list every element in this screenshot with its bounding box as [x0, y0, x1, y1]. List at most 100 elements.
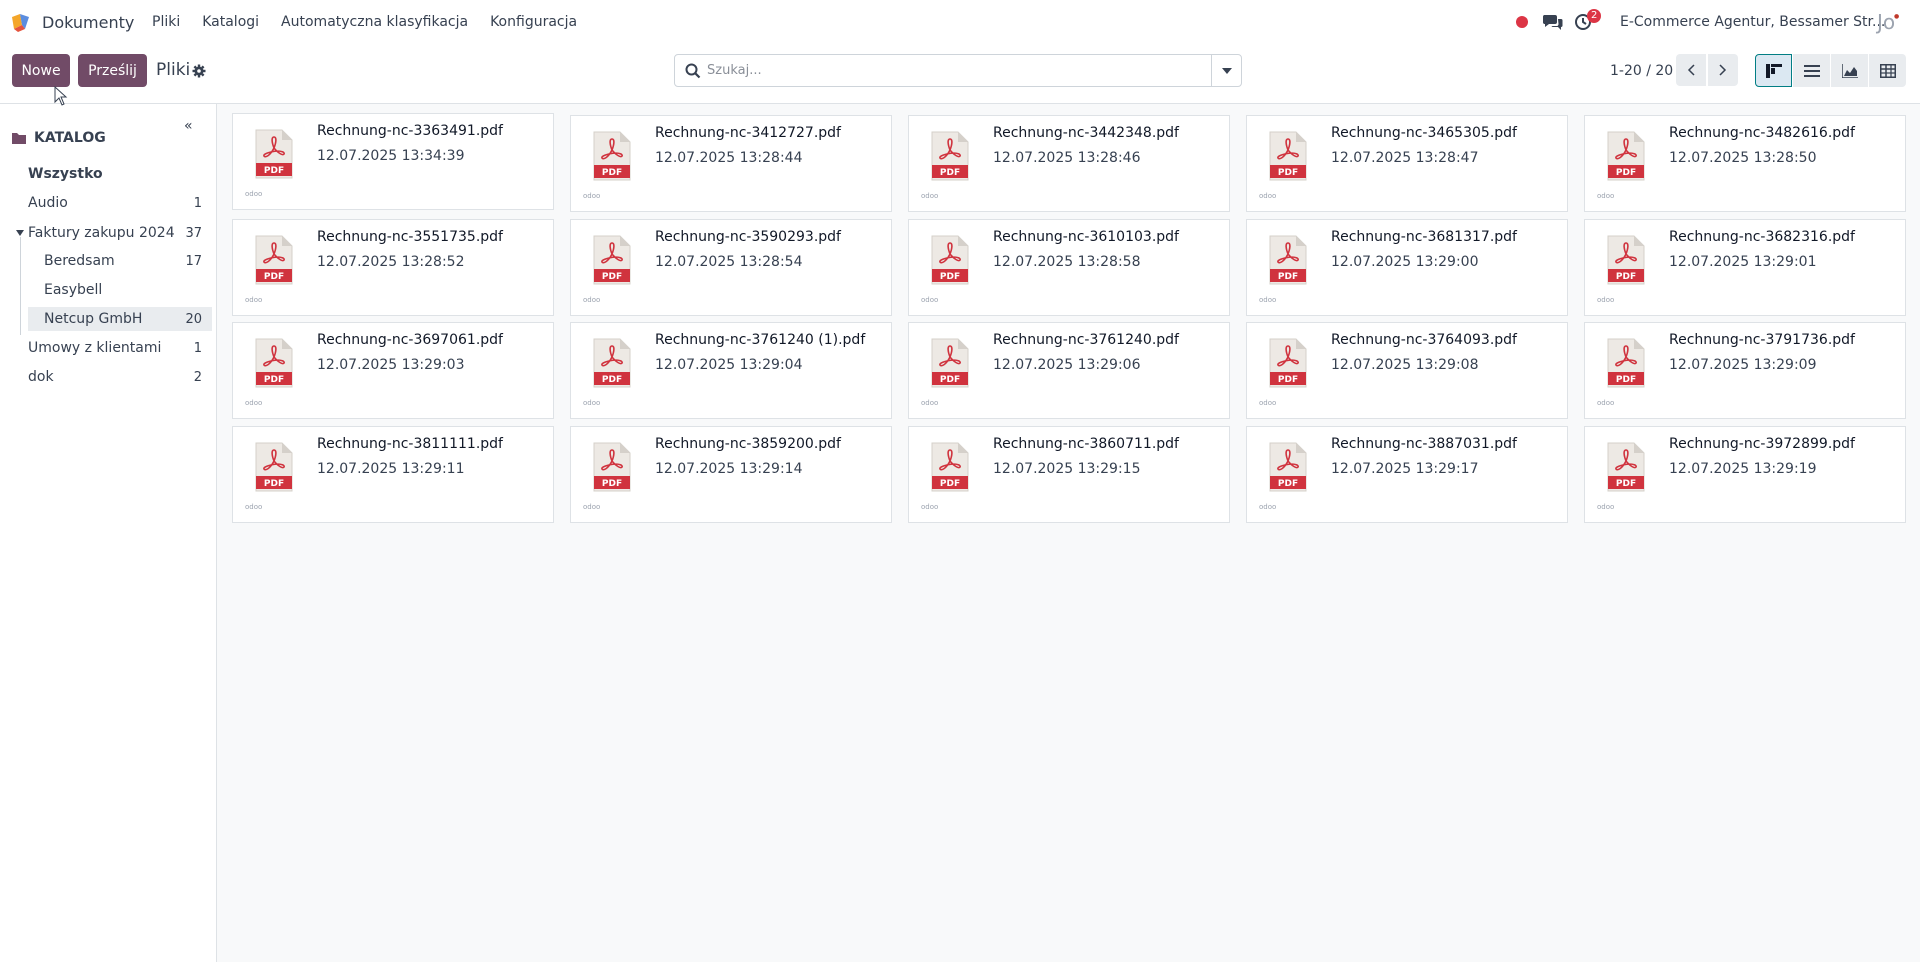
pdf-label: PDF	[602, 168, 622, 178]
document-card[interactable]: PDF Rechnung-nc-3551735.pdf 12.07.2025 13:…	[232, 219, 554, 316]
card-tag: odoo	[245, 296, 263, 304]
card-tag: odoo	[1597, 399, 1615, 407]
collapse-sidebar-button[interactable]: «	[184, 118, 193, 134]
sidebar-item-netcup-gmbh[interactable]: Netcup GmbH 20	[28, 307, 212, 331]
search-bar	[674, 54, 1242, 87]
list-view-button[interactable]	[1793, 54, 1830, 87]
file-name: Rechnung-nc-3764093.pdf	[1331, 332, 1517, 348]
caret-down-icon[interactable]	[16, 230, 24, 236]
pdf-label: PDF	[940, 168, 960, 178]
pager-value[interactable]: 1-20 / 20	[1610, 63, 1673, 79]
pdf-file-icon: PDF	[255, 442, 293, 492]
file-date: 12.07.2025 13:29:17	[1331, 461, 1479, 477]
document-card[interactable]: PDF Rechnung-nc-3860711.pdf 12.07.2025 13:…	[908, 426, 1230, 523]
file-name: Rechnung-nc-3681317.pdf	[1331, 229, 1517, 245]
pdf-file-icon: PDF	[593, 338, 631, 388]
svg-text:●: ●	[1894, 13, 1899, 20]
document-kanban-grid: PDF Rechnung-nc-3363491.pdf 12.07.2025 13:…	[218, 104, 1920, 962]
document-card[interactable]: PDF Rechnung-nc-3697061.pdf 12.07.2025 13:…	[232, 322, 554, 419]
pdf-label: PDF	[940, 375, 960, 385]
pdf-label: PDF	[1616, 479, 1636, 489]
sidebar-item-count: 37	[185, 225, 202, 241]
sidebar-item-easybell[interactable]: Easybell	[0, 278, 212, 302]
pdf-file-icon: PDF	[1607, 235, 1645, 285]
file-date: 12.07.2025 13:28:44	[655, 150, 803, 166]
card-tag: odoo	[921, 503, 939, 511]
document-card[interactable]: PDF Rechnung-nc-3465305.pdf 12.07.2025 13:…	[1246, 115, 1568, 212]
card-tag: odoo	[245, 190, 263, 198]
document-card[interactable]: PDF Rechnung-nc-3761240.pdf 12.07.2025 13:…	[908, 322, 1230, 419]
folder-icon	[12, 133, 26, 144]
document-card[interactable]: PDF Rechnung-nc-3482616.pdf 12.07.2025 13:…	[1584, 115, 1906, 212]
file-date: 12.07.2025 13:28:52	[317, 254, 465, 270]
card-tag: odoo	[1259, 399, 1277, 407]
file-date: 12.07.2025 13:29:15	[993, 461, 1141, 477]
document-card[interactable]: PDF Rechnung-nc-3610103.pdf 12.07.2025 13:…	[908, 219, 1230, 316]
document-card[interactable]: PDF Rechnung-nc-3412727.pdf 12.07.2025 13:…	[570, 115, 892, 212]
menu-auto-classification[interactable]: Automatyczna klasyfikacja	[281, 14, 468, 30]
document-card[interactable]: PDF Rechnung-nc-3887031.pdf 12.07.2025 13:…	[1246, 426, 1568, 523]
sidebar-item-faktury-zakupu-2024[interactable]: Faktury zakupu 2024 37	[0, 221, 212, 245]
document-card[interactable]: PDF Rechnung-nc-3363491.pdf 12.07.2025 13:…	[232, 113, 554, 210]
card-tag: odoo	[1259, 296, 1277, 304]
file-name: Rechnung-nc-3610103.pdf	[993, 229, 1179, 245]
document-card[interactable]: PDF Rechnung-nc-3811111.pdf 12.07.2025 13:…	[232, 426, 554, 523]
card-tag: odoo	[583, 399, 601, 407]
main-menu: Pliki Katalogi Automatyczna klasyfikacja…	[152, 14, 599, 30]
file-name: Rechnung-nc-3697061.pdf	[317, 332, 503, 348]
svg-text:Jo: Jo	[1875, 10, 1895, 34]
sidebar-item-audio[interactable]: Audio 1	[0, 191, 212, 215]
pager-previous-button[interactable]	[1676, 54, 1706, 86]
document-card[interactable]: PDF Rechnung-nc-3791736.pdf 12.07.2025 13:…	[1584, 322, 1906, 419]
sidebar-item-umowy-z-klientami[interactable]: Umowy z klientami 1	[0, 336, 212, 360]
pdf-label: PDF	[264, 166, 284, 176]
card-tag: odoo	[245, 503, 263, 511]
document-card[interactable]: PDF Rechnung-nc-3590293.pdf 12.07.2025 13:…	[570, 219, 892, 316]
catalog-title: KATALOG	[34, 130, 106, 146]
pdf-label: PDF	[1616, 375, 1636, 385]
document-card[interactable]: PDF Rechnung-nc-3859200.pdf 12.07.2025 13:…	[570, 426, 892, 523]
file-date: 12.07.2025 13:28:58	[993, 254, 1141, 270]
file-name: Rechnung-nc-3412727.pdf	[655, 125, 841, 141]
pdf-file-icon: PDF	[931, 442, 969, 492]
activity-count-badge: 2	[1587, 9, 1602, 23]
graph-view-button[interactable]	[1831, 54, 1868, 87]
new-button[interactable]: Nowe	[12, 54, 70, 87]
chat-icon[interactable]	[1543, 13, 1563, 31]
search-options-toggle[interactable]	[1211, 55, 1241, 86]
document-card[interactable]: PDF Rechnung-nc-3972899.pdf 12.07.2025 13:…	[1584, 426, 1906, 523]
app-title[interactable]: Dokumenty	[42, 13, 134, 32]
menu-folders[interactable]: Katalogi	[202, 14, 259, 30]
document-card[interactable]: PDF Rechnung-nc-3761240 (1).pdf 12.07.2025…	[570, 322, 892, 419]
document-card[interactable]: PDF Rechnung-nc-3442348.pdf 12.07.2025 13:…	[908, 115, 1230, 212]
file-name: Rechnung-nc-3791736.pdf	[1669, 332, 1855, 348]
sidebar-item-label: Easybell	[44, 282, 103, 298]
file-name: Rechnung-nc-3811111.pdf	[317, 436, 503, 452]
document-card[interactable]: PDF Rechnung-nc-3682316.pdf 12.07.2025 13:…	[1584, 219, 1906, 316]
upload-button[interactable]: Prześlij	[78, 54, 147, 87]
user-avatar[interactable]: Jo ●	[1874, 9, 1904, 35]
gear-icon[interactable]	[192, 64, 206, 78]
pivot-view-button[interactable]	[1869, 54, 1906, 87]
company-switcher[interactable]: E-Commerce Agentur, Bessamer Str...	[1620, 14, 1885, 30]
sidebar-item-label: Beredsam	[44, 253, 115, 269]
menu-files[interactable]: Pliki	[152, 14, 180, 30]
sidebar-item-dok[interactable]: dok 2	[0, 365, 212, 389]
menu-configuration[interactable]: Konfiguracja	[490, 14, 577, 30]
documents-app-icon[interactable]	[10, 13, 32, 33]
sidebar-item-all[interactable]: Wszystko	[0, 162, 212, 186]
pdf-file-icon: PDF	[255, 129, 293, 179]
pdf-label: PDF	[264, 479, 284, 489]
search-input[interactable]	[707, 56, 1197, 85]
document-card[interactable]: PDF Rechnung-nc-3764093.pdf 12.07.2025 13:…	[1246, 322, 1568, 419]
file-name: Rechnung-nc-3761240.pdf	[993, 332, 1179, 348]
card-tag: odoo	[1597, 296, 1615, 304]
folder-sidebar: « KATALOG Wszystko Audio 1 Faktury zakup…	[0, 104, 217, 962]
kanban-view-button[interactable]	[1755, 54, 1792, 87]
recording-indicator-icon[interactable]	[1516, 16, 1528, 28]
pdf-label: PDF	[602, 272, 622, 282]
sidebar-item-beredsam[interactable]: Beredsam 17	[0, 249, 212, 273]
document-card[interactable]: PDF Rechnung-nc-3681317.pdf 12.07.2025 13:…	[1246, 219, 1568, 316]
pdf-label: PDF	[1278, 272, 1298, 282]
pager-next-button[interactable]	[1708, 54, 1738, 86]
